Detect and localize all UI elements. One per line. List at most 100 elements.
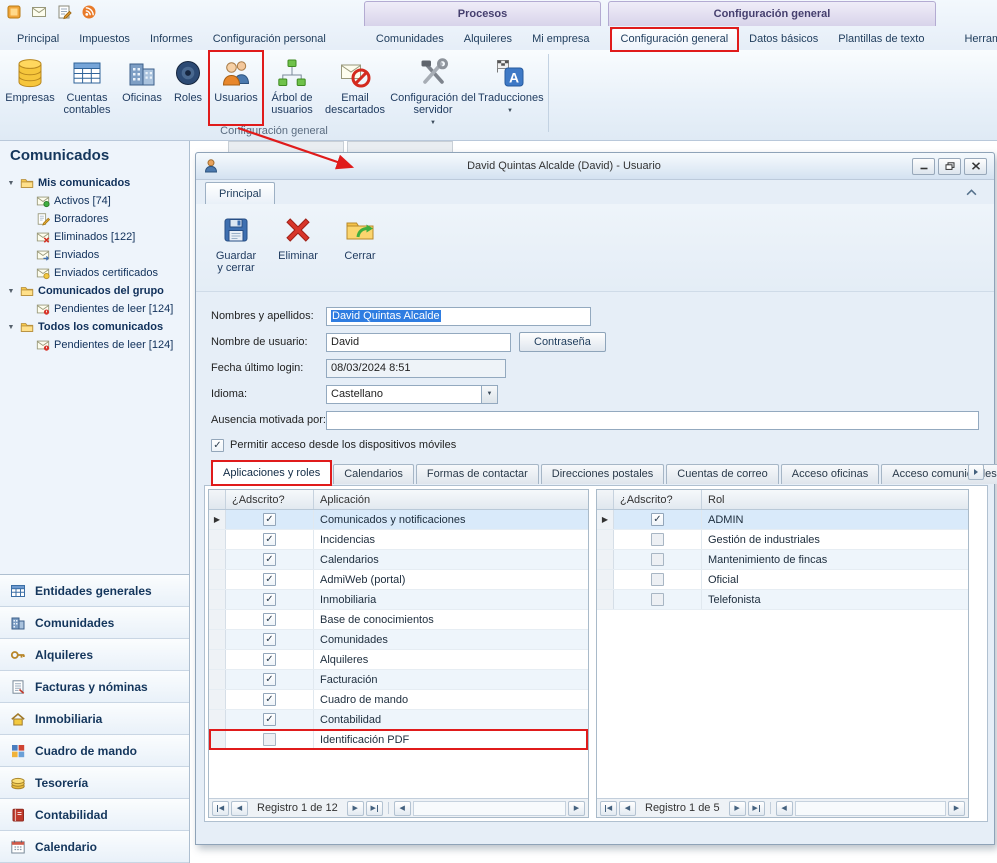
toolbar-button-guardar-y-cerrar[interactable]: Guardar y cerrar: [208, 210, 264, 291]
tab-principal[interactable]: Principal: [205, 182, 275, 204]
row-checkbox[interactable]: ✓: [263, 573, 276, 586]
toolbar-button-cerrar[interactable]: Cerrar: [332, 210, 388, 291]
grid-row-mantenimiento-de-fincas[interactable]: Mantenimiento de fincas: [597, 550, 968, 570]
tree-item-pendientes-de-leer-124[interactable]: Pendientes de leer [124]: [0, 336, 189, 354]
nav-item-entidades-generales[interactable]: Entidades generales: [0, 575, 189, 607]
pager-first-button[interactable]: ◀: [600, 801, 617, 816]
tab-acceso-oficinas[interactable]: Acceso oficinas: [781, 464, 879, 484]
toolbar-button-eliminar[interactable]: Eliminar: [270, 210, 326, 291]
ribbon-tab-configuraci-n-personal[interactable]: Configuración personal: [204, 29, 335, 50]
tab-direcciones-postales[interactable]: Direcciones postales: [541, 464, 665, 484]
row-checkbox[interactable]: ✓: [263, 513, 276, 526]
mobile-access-checkbox[interactable]: ✓: [211, 439, 224, 452]
row-checkbox[interactable]: ✓: [263, 673, 276, 686]
expander-icon[interactable]: ▼: [6, 180, 16, 187]
collapse-button[interactable]: [962, 186, 980, 199]
expander-icon[interactable]: ▼: [6, 288, 16, 295]
ribbon-tab-principal[interactable]: Principal: [8, 29, 68, 50]
row-checkbox[interactable]: [651, 573, 664, 586]
expander-icon[interactable]: ▼: [6, 324, 16, 331]
row-checkbox[interactable]: ✓: [263, 553, 276, 566]
grid-row-inmobiliaria[interactable]: ✓Inmobiliaria: [209, 590, 588, 610]
row-checkbox[interactable]: ✓: [263, 653, 276, 666]
ribbon-tab-datos-b-sicos[interactable]: Datos básicos: [740, 29, 827, 50]
ribbon-button-roles[interactable]: Roles: [168, 52, 208, 124]
quick-access-button[interactable]: [80, 3, 98, 21]
password-button[interactable]: Contraseña: [519, 332, 606, 352]
tree-item-todos-los-comunicados[interactable]: ▼Todos los comunicados: [0, 318, 189, 336]
grid-row-comunidades[interactable]: ✓Comunidades: [209, 630, 588, 650]
ribbon-button-oficinas[interactable]: Oficinas: [118, 52, 166, 124]
tree-item-enviados[interactable]: Enviados: [0, 246, 189, 264]
row-checkbox[interactable]: ✓: [263, 693, 276, 706]
fecha-ltimo-login-input[interactable]: 08/03/2024 8:51: [326, 359, 506, 378]
grid-row-contabilidad[interactable]: ✓Contabilidad: [209, 710, 588, 730]
tree-item-borradores[interactable]: Borradores: [0, 210, 189, 228]
row-checkbox[interactable]: ✓: [651, 513, 664, 526]
window-minimize-button[interactable]: [912, 158, 935, 175]
quick-access-button[interactable]: [55, 3, 73, 21]
combo-dropdown-icon[interactable]: ▼: [481, 386, 497, 403]
pager-scroll-left-button[interactable]: ◀: [394, 801, 411, 816]
tab-calendarios[interactable]: Calendarios: [333, 464, 414, 484]
grid-row-facturaci-n[interactable]: ✓Facturación: [209, 670, 588, 690]
window-close-button[interactable]: [964, 158, 987, 175]
row-checkbox[interactable]: [263, 733, 276, 746]
ribbon-tab-mi-empresa[interactable]: Mi empresa: [523, 29, 598, 50]
ribbon-tab-informes[interactable]: Informes: [141, 29, 202, 50]
ribbon-button-empresas[interactable]: Empresas: [4, 52, 56, 124]
nav-item-facturas-y-n-minas[interactable]: Facturas y nóminas: [0, 671, 189, 703]
ribbon-tab-alquileres[interactable]: Alquileres: [455, 29, 521, 50]
row-checkbox[interactable]: [651, 553, 664, 566]
grid-row-comunicados-y-notificaciones[interactable]: ▶✓Comunicados y notificaciones: [209, 510, 588, 530]
row-checkbox[interactable]: ✓: [263, 713, 276, 726]
pager-first-button[interactable]: ◀: [212, 801, 229, 816]
grid-row-incidencias[interactable]: ✓Incidencias: [209, 530, 588, 550]
ausencia-motivada-por-input[interactable]: [326, 411, 979, 430]
quick-access-button[interactable]: [5, 3, 23, 21]
ribbon-button-configuraci-n-del-servidor[interactable]: Configuración del servidor▼: [390, 52, 476, 129]
tab-formas-de-contactar[interactable]: Formas de contactar: [416, 464, 539, 484]
ribbon-button-rbol-de-usuarios[interactable]: Árbol de usuarios: [264, 52, 320, 124]
ribbon-tab-comunidades[interactable]: Comunidades: [367, 29, 453, 50]
ribbon-button-cuentas-contables[interactable]: Cuentas contables: [58, 52, 116, 124]
grid-row-admin[interactable]: ▶✓ADMIN: [597, 510, 968, 530]
window-restore-button[interactable]: [938, 158, 961, 175]
grid-row-oficial[interactable]: Oficial: [597, 570, 968, 590]
nav-item-comunidades[interactable]: Comunidades: [0, 607, 189, 639]
grid-row-telefonista[interactable]: Telefonista: [597, 590, 968, 610]
nav-item-tesorer-a[interactable]: Tesorería: [0, 767, 189, 799]
column-header-aplicaci-n[interactable]: Aplicación: [314, 490, 588, 509]
pager-scrollbar[interactable]: [795, 801, 946, 816]
pager-scroll-right-button[interactable]: ▶: [948, 801, 965, 816]
ribbon-tab-configuraci-n-general[interactable]: Configuración general: [611, 28, 739, 50]
tree-item-mis-comunicados[interactable]: ▼Mis comunicados: [0, 174, 189, 192]
pager-last-button[interactable]: ▶: [366, 801, 383, 816]
tree-item-enviados-certificados[interactable]: Enviados certificados: [0, 264, 189, 282]
grid-row-cuadro-de-mando[interactable]: ✓Cuadro de mando: [209, 690, 588, 710]
grid-row-identificaci-n-pdf[interactable]: Identificación PDF: [209, 730, 588, 750]
tree-item-activos-74[interactable]: Activos [74]: [0, 192, 189, 210]
column-header-adscrito[interactable]: ¿Adscrito?: [226, 490, 314, 509]
quick-access-button[interactable]: [30, 3, 48, 21]
row-checkbox[interactable]: ✓: [263, 593, 276, 606]
tree-item-comunicados-del-grupo[interactable]: ▼Comunicados del grupo: [0, 282, 189, 300]
ribbon-button-email-descartados[interactable]: Email descartados: [322, 52, 388, 124]
row-checkbox[interactable]: ✓: [263, 533, 276, 546]
ribbon-tab-herramien[interactable]: Herramien: [955, 29, 997, 50]
nav-item-inmobiliaria[interactable]: Inmobiliaria: [0, 703, 189, 735]
row-checkbox[interactable]: [651, 533, 664, 546]
idioma-input[interactable]: Castellano▼: [326, 385, 498, 404]
tree-item-eliminados-122[interactable]: Eliminados [122]: [0, 228, 189, 246]
grid-row-alquileres[interactable]: ✓Alquileres: [209, 650, 588, 670]
row-checkbox[interactable]: [651, 593, 664, 606]
row-checkbox[interactable]: ✓: [263, 633, 276, 646]
nombre-de-usuario-input[interactable]: David: [326, 333, 511, 352]
tab-cuentas-de-correo[interactable]: Cuentas de correo: [666, 464, 779, 484]
pager-next-button[interactable]: ▶: [729, 801, 746, 816]
grid-row-admiweb-portal[interactable]: ✓AdmiWeb (portal): [209, 570, 588, 590]
grid-row-gesti-n-de-industriales[interactable]: Gestión de industriales: [597, 530, 968, 550]
pager-scroll-right-button[interactable]: ▶: [568, 801, 585, 816]
nombres-y-apellidos-input[interactable]: David Quintas Alcalde: [326, 307, 591, 326]
nav-item-cuadro-de-mando[interactable]: Cuadro de mando: [0, 735, 189, 767]
